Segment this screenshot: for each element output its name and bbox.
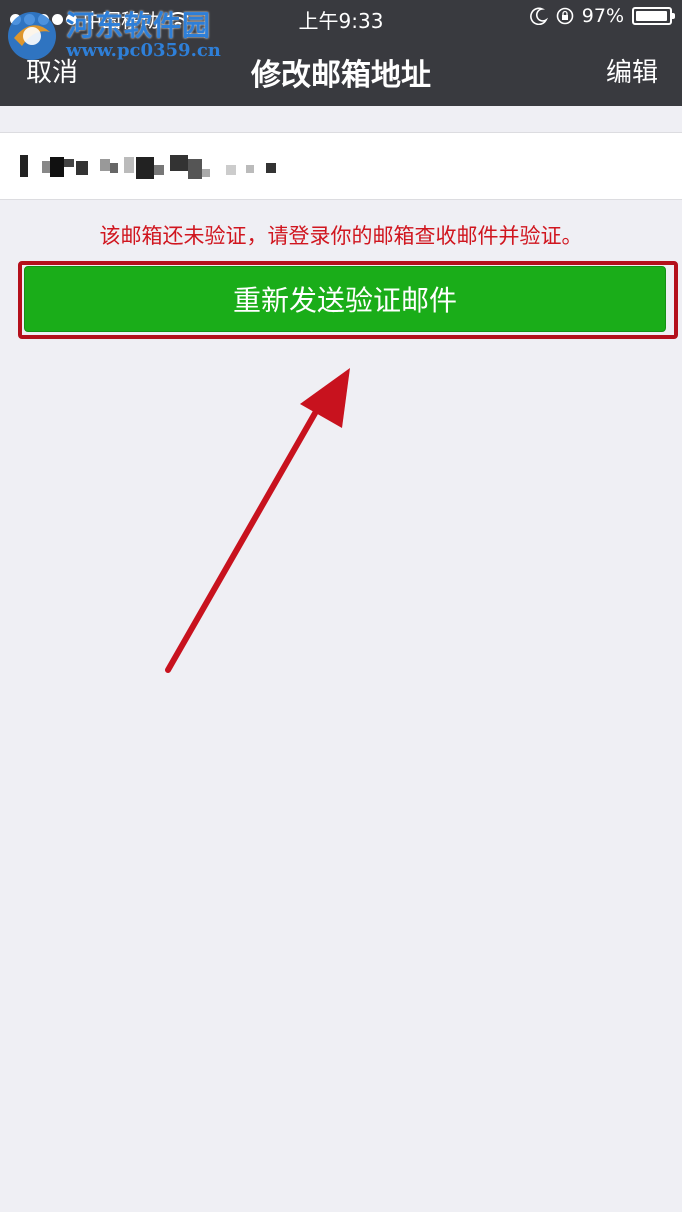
edit-button[interactable]: 编辑 [606,52,658,89]
battery-fill [636,11,668,21]
resend-verification-button[interactable]: 重新发送验证邮件 [24,266,666,332]
rotation-lock-icon [556,7,574,25]
battery-percent: 97% [581,5,624,27]
battery-icon [632,7,675,25]
moon-icon [529,7,548,25]
page-title: 修改邮箱地址 [251,58,431,93]
status-bar: 中国移动 上午9:33 97% [0,0,682,36]
status-right: 97% [529,5,675,27]
redacted-email-value [20,155,276,179]
email-field[interactable] [0,132,682,200]
nav-bar: 取消 修改邮箱地址 编辑 [0,40,682,102]
unverified-notice: 该邮箱还未验证，请登录你的邮箱查收邮件并验证。 [99,224,583,248]
top-bar: 中国移动 上午9:33 97% 取消 修改邮箱地址 编辑 [0,0,682,106]
